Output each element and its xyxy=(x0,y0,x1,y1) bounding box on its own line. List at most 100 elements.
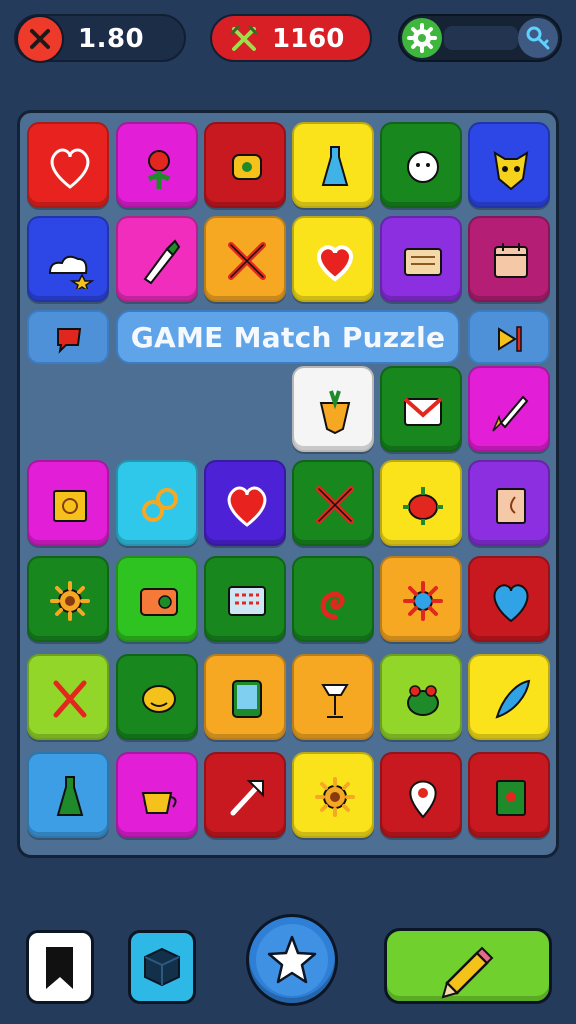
speech-bubble-icon xyxy=(57,328,82,354)
flower-icon xyxy=(147,150,171,189)
game-tile[interactable] xyxy=(116,216,198,302)
gear-icon xyxy=(315,777,355,817)
pencil-icon xyxy=(441,946,494,999)
carrot-face-icon xyxy=(319,390,351,435)
crossed-swords-icon xyxy=(228,242,266,280)
game-tile[interactable] xyxy=(380,122,462,208)
score-value: 1160 xyxy=(272,24,345,54)
cat-face-icon xyxy=(493,151,529,191)
game-tile[interactable] xyxy=(292,752,374,838)
camera-icon xyxy=(140,588,178,616)
potion-icon xyxy=(56,776,84,816)
game-tile[interactable] xyxy=(204,556,286,642)
brush-icon xyxy=(143,239,181,285)
cube-button[interactable] xyxy=(128,930,196,1004)
game-title: GAME Match Puzzle xyxy=(130,320,446,354)
game-tile[interactable] xyxy=(468,654,550,740)
arrow-icon xyxy=(230,780,264,816)
gear-icon xyxy=(407,23,437,53)
row-left-tab[interactable] xyxy=(27,310,109,364)
gear-icon xyxy=(50,581,90,621)
game-tile[interactable] xyxy=(380,366,462,452)
game-tile[interactable] xyxy=(468,556,550,642)
cloud-face-icon xyxy=(407,151,439,183)
keypad-icon xyxy=(228,586,266,616)
play-flag-icon xyxy=(498,326,522,352)
game-tile[interactable] xyxy=(204,460,286,546)
game-tile[interactable] xyxy=(468,122,550,208)
heart-icon xyxy=(50,148,90,189)
game-tile[interactable] xyxy=(27,654,109,740)
game-tile[interactable] xyxy=(116,654,198,740)
game-tile[interactable] xyxy=(380,216,462,302)
sun-gear-icon xyxy=(403,581,443,621)
row-right-tab[interactable] xyxy=(468,310,550,364)
score-counter: 1160 xyxy=(210,14,372,62)
game-tile[interactable] xyxy=(116,752,198,838)
game-tile[interactable] xyxy=(116,122,198,208)
game-tile[interactable] xyxy=(27,556,109,642)
game-tile[interactable] xyxy=(468,366,550,452)
bookmark-icon xyxy=(46,947,73,989)
spiral-icon xyxy=(320,591,345,620)
game-tile[interactable] xyxy=(468,752,550,838)
moves-counter: 1.80 xyxy=(14,14,186,63)
key-button[interactable] xyxy=(518,18,558,58)
game-tile[interactable] xyxy=(468,460,550,546)
pencil-button[interactable] xyxy=(384,928,552,1004)
game-tile[interactable] xyxy=(380,654,462,740)
turtle-icon xyxy=(403,487,443,525)
title-banner: GAME Match Puzzle xyxy=(116,310,460,364)
close-icon xyxy=(30,29,50,49)
moves-value: 1.80 xyxy=(78,24,145,54)
game-tile[interactable] xyxy=(27,216,109,302)
message-icon xyxy=(404,248,442,276)
settings-button[interactable] xyxy=(402,18,442,58)
cube-icon xyxy=(144,947,180,987)
picture-icon xyxy=(496,780,526,816)
robot-face-icon xyxy=(232,154,262,180)
heart-face-icon xyxy=(493,584,529,623)
game-tile[interactable] xyxy=(380,556,462,642)
crossed-sticks-icon xyxy=(53,680,87,718)
game-tile[interactable] xyxy=(27,752,109,838)
game-tile[interactable] xyxy=(292,460,374,546)
crossed-swords-icon xyxy=(230,25,258,51)
game-tile[interactable] xyxy=(27,460,109,546)
game-tile[interactable] xyxy=(116,460,198,546)
game-tile[interactable] xyxy=(380,460,462,546)
game-tile[interactable] xyxy=(204,216,286,302)
tablet-icon xyxy=(232,680,262,718)
crossed-swords-icon xyxy=(316,486,354,524)
game-tile[interactable] xyxy=(204,122,286,208)
close-button[interactable] xyxy=(16,15,64,63)
game-tile[interactable] xyxy=(116,556,198,642)
progress-track xyxy=(444,26,518,50)
game-tile[interactable] xyxy=(204,752,286,838)
game-tile[interactable] xyxy=(380,752,462,838)
rocket-icon xyxy=(492,395,529,432)
feather-icon xyxy=(495,679,531,719)
game-tile[interactable] xyxy=(292,366,374,452)
star-button[interactable] xyxy=(246,914,338,1006)
game-tile[interactable] xyxy=(27,122,109,208)
calendar-icon xyxy=(494,243,528,278)
goblet-icon xyxy=(321,684,349,718)
heart-icon xyxy=(227,486,267,527)
picture-frame-icon xyxy=(53,490,87,522)
game-tile[interactable] xyxy=(292,216,374,302)
game-tile[interactable] xyxy=(204,654,286,740)
cloud-star-icon xyxy=(48,255,95,289)
smile-face-icon xyxy=(142,685,176,713)
game-tile[interactable] xyxy=(292,556,374,642)
game-tile[interactable] xyxy=(292,122,374,208)
bookmark-button[interactable] xyxy=(26,930,94,1004)
game-tile[interactable] xyxy=(468,216,550,302)
map-pin-icon xyxy=(409,780,437,819)
settings-panel xyxy=(398,14,562,62)
bottle-icon xyxy=(321,146,349,186)
game-tile[interactable] xyxy=(292,654,374,740)
key-icon xyxy=(526,26,550,50)
frog-icon xyxy=(407,685,439,716)
heart-bubble-icon xyxy=(317,245,353,282)
